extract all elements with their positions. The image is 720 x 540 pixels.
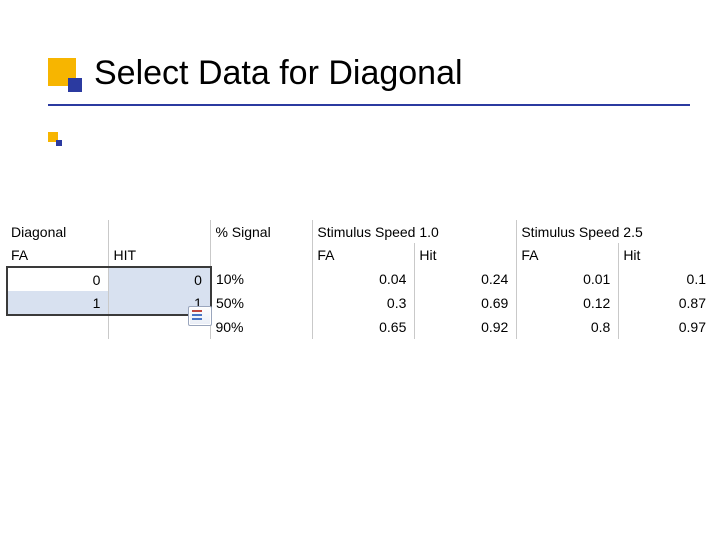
title-underline: [48, 104, 690, 106]
subheader-hit: HIT: [109, 243, 211, 267]
col-header-speed-1: Stimulus Speed 1.0: [313, 220, 517, 243]
cell-fa25[interactable]: 0.01: [517, 267, 619, 291]
cell-hit10[interactable]: 0.69: [415, 291, 517, 315]
subheader-blank: [211, 243, 313, 267]
cell-hit10[interactable]: 0.24: [415, 267, 517, 291]
cell-fa25[interactable]: 0.8: [517, 315, 619, 339]
paste-options-icon[interactable]: [188, 306, 212, 326]
col-header-pct-signal: % Signal: [211, 220, 313, 243]
subheader-fa-10: FA: [313, 243, 415, 267]
subheader-fa: FA: [7, 243, 109, 267]
cell-pct[interactable]: 90%: [211, 315, 313, 339]
col-header-speed-25: Stimulus Speed 2.5: [517, 220, 714, 243]
subheader-hit-10: Hit: [415, 243, 517, 267]
cell-fa10[interactable]: 0.04: [313, 267, 415, 291]
cell-diag-fa[interactable]: [7, 315, 109, 339]
cell-hit25[interactable]: 0.1: [619, 267, 714, 291]
spreadsheet-snippet: Diagonal % Signal Stimulus Speed 1.0 Sti…: [6, 220, 714, 339]
table-header-row: Diagonal % Signal Stimulus Speed 1.0 Sti…: [7, 220, 714, 243]
table-row: 1 1 50% 0.3 0.69 0.12 0.87: [7, 291, 714, 315]
table-subheader-row: FA HIT FA Hit FA Hit: [7, 243, 714, 267]
subheader-fa-25: FA: [517, 243, 619, 267]
col-header-diagonal: Diagonal: [7, 220, 109, 243]
body-bullet-icon: [48, 132, 58, 142]
slide-title: Select Data for Diagonal: [86, 56, 463, 92]
table-row: 90% 0.65 0.92 0.8 0.97: [7, 315, 714, 339]
cell-fa25[interactable]: 0.12: [517, 291, 619, 315]
cell-diag-hit[interactable]: 0: [109, 267, 211, 291]
cell-hit10[interactable]: 0.92: [415, 315, 517, 339]
cell-diag-fa[interactable]: 1: [7, 291, 109, 315]
table-row: 0 0 10% 0.04 0.24 0.01 0.1: [7, 267, 714, 291]
data-table: Diagonal % Signal Stimulus Speed 1.0 Sti…: [6, 220, 714, 339]
cell-diag-fa[interactable]: 0: [7, 267, 109, 291]
title-bullet-icon: [48, 58, 76, 86]
subheader-hit-25: Hit: [619, 243, 714, 267]
cell-fa10[interactable]: 0.65: [313, 315, 415, 339]
cell-hit25[interactable]: 0.87: [619, 291, 714, 315]
cell-pct[interactable]: 50%: [211, 291, 313, 315]
cell-pct[interactable]: 10%: [211, 267, 313, 291]
cell-hit25[interactable]: 0.97: [619, 315, 714, 339]
cell-fa10[interactable]: 0.3: [313, 291, 415, 315]
col-header-blank: [109, 220, 211, 243]
